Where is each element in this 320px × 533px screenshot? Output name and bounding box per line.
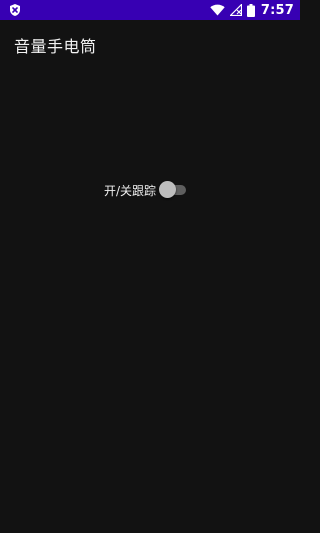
app-title: 音量手电筒 <box>14 37 97 56</box>
wifi-icon <box>210 4 225 16</box>
tracking-switch-row[interactable]: 开/关跟踪 <box>104 180 189 200</box>
battery-icon <box>246 3 255 17</box>
switch-thumb[interactable] <box>159 181 177 198</box>
tracking-switch[interactable] <box>159 180 189 200</box>
app-bar: 音量手电筒 <box>0 20 300 70</box>
status-time: 7:57 <box>260 2 294 18</box>
status-bar: 7:57 <box>0 0 300 20</box>
signal-icon <box>229 4 242 16</box>
status-icons: 7:57 <box>210 0 294 20</box>
shield-icon <box>10 4 20 16</box>
tracking-switch-label: 开/关跟踪 <box>104 183 157 198</box>
